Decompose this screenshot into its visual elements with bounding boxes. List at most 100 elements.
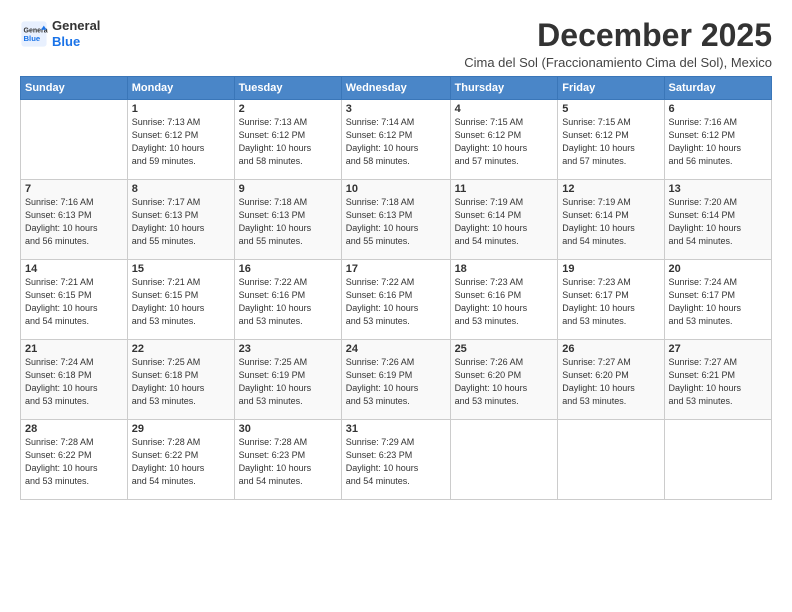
calendar-cell: 20Sunrise: 7:24 AM Sunset: 6:17 PM Dayli… [664,260,771,340]
day-number: 24 [346,343,446,355]
day-info: Sunrise: 7:21 AM Sunset: 6:15 PM Dayligh… [25,276,123,328]
logo-text-general: General [52,18,100,34]
day-number: 30 [239,423,337,435]
day-info: Sunrise: 7:18 AM Sunset: 6:13 PM Dayligh… [239,196,337,248]
day-info: Sunrise: 7:20 AM Sunset: 6:14 PM Dayligh… [669,196,767,248]
day-number: 16 [239,263,337,275]
day-number: 2 [239,103,337,115]
day-header-friday: Friday [558,77,664,100]
calendar-cell: 10Sunrise: 7:18 AM Sunset: 6:13 PM Dayli… [341,180,450,260]
calendar-cell: 12Sunrise: 7:19 AM Sunset: 6:14 PM Dayli… [558,180,664,260]
day-info: Sunrise: 7:28 AM Sunset: 6:22 PM Dayligh… [132,436,230,488]
day-number: 1 [132,103,230,115]
logo-text-blue: Blue [52,34,100,50]
location-subtitle: Cima del Sol (Fraccionamiento Cima del S… [464,55,772,70]
day-number: 6 [669,103,767,115]
day-number: 11 [455,183,554,195]
day-header-sunday: Sunday [21,77,128,100]
day-info: Sunrise: 7:24 AM Sunset: 6:17 PM Dayligh… [669,276,767,328]
day-info: Sunrise: 7:28 AM Sunset: 6:22 PM Dayligh… [25,436,123,488]
calendar-cell: 24Sunrise: 7:26 AM Sunset: 6:19 PM Dayli… [341,340,450,420]
day-info: Sunrise: 7:22 AM Sunset: 6:16 PM Dayligh… [346,276,446,328]
day-number: 8 [132,183,230,195]
day-info: Sunrise: 7:28 AM Sunset: 6:23 PM Dayligh… [239,436,337,488]
day-number: 13 [669,183,767,195]
calendar-cell: 29Sunrise: 7:28 AM Sunset: 6:22 PM Dayli… [127,420,234,500]
calendar-cell: 31Sunrise: 7:29 AM Sunset: 6:23 PM Dayli… [341,420,450,500]
calendar-cell: 21Sunrise: 7:24 AM Sunset: 6:18 PM Dayli… [21,340,128,420]
day-number: 28 [25,423,123,435]
day-info: Sunrise: 7:25 AM Sunset: 6:18 PM Dayligh… [132,356,230,408]
calendar-cell [664,420,771,500]
day-info: Sunrise: 7:18 AM Sunset: 6:13 PM Dayligh… [346,196,446,248]
day-info: Sunrise: 7:22 AM Sunset: 6:16 PM Dayligh… [239,276,337,328]
calendar-cell: 1Sunrise: 7:13 AM Sunset: 6:12 PM Daylig… [127,100,234,180]
day-number: 26 [562,343,659,355]
day-number: 12 [562,183,659,195]
calendar-cell: 11Sunrise: 7:19 AM Sunset: 6:14 PM Dayli… [450,180,558,260]
calendar-cell: 26Sunrise: 7:27 AM Sunset: 6:20 PM Dayli… [558,340,664,420]
day-number: 23 [239,343,337,355]
calendar-cell: 13Sunrise: 7:20 AM Sunset: 6:14 PM Dayli… [664,180,771,260]
calendar-cell: 28Sunrise: 7:28 AM Sunset: 6:22 PM Dayli… [21,420,128,500]
day-info: Sunrise: 7:13 AM Sunset: 6:12 PM Dayligh… [132,116,230,168]
calendar-header-row: SundayMondayTuesdayWednesdayThursdayFrid… [21,77,772,100]
day-number: 21 [25,343,123,355]
calendar-week-3: 14Sunrise: 7:21 AM Sunset: 6:15 PM Dayli… [21,260,772,340]
calendar-cell: 14Sunrise: 7:21 AM Sunset: 6:15 PM Dayli… [21,260,128,340]
calendar-cell [558,420,664,500]
day-info: Sunrise: 7:23 AM Sunset: 6:17 PM Dayligh… [562,276,659,328]
calendar-week-5: 28Sunrise: 7:28 AM Sunset: 6:22 PM Dayli… [21,420,772,500]
calendar-week-2: 7Sunrise: 7:16 AM Sunset: 6:13 PM Daylig… [21,180,772,260]
day-number: 3 [346,103,446,115]
day-number: 9 [239,183,337,195]
day-info: Sunrise: 7:23 AM Sunset: 6:16 PM Dayligh… [455,276,554,328]
svg-text:Blue: Blue [24,34,41,43]
calendar-page: General Blue General Blue December 2025 … [0,0,792,612]
day-number: 10 [346,183,446,195]
calendar-cell: 27Sunrise: 7:27 AM Sunset: 6:21 PM Dayli… [664,340,771,420]
day-number: 15 [132,263,230,275]
calendar-cell: 2Sunrise: 7:13 AM Sunset: 6:12 PM Daylig… [234,100,341,180]
day-number: 5 [562,103,659,115]
calendar-cell: 4Sunrise: 7:15 AM Sunset: 6:12 PM Daylig… [450,100,558,180]
day-info: Sunrise: 7:25 AM Sunset: 6:19 PM Dayligh… [239,356,337,408]
day-info: Sunrise: 7:27 AM Sunset: 6:21 PM Dayligh… [669,356,767,408]
day-number: 29 [132,423,230,435]
calendar-cell: 19Sunrise: 7:23 AM Sunset: 6:17 PM Dayli… [558,260,664,340]
calendar-cell: 23Sunrise: 7:25 AM Sunset: 6:19 PM Dayli… [234,340,341,420]
day-info: Sunrise: 7:17 AM Sunset: 6:13 PM Dayligh… [132,196,230,248]
day-info: Sunrise: 7:26 AM Sunset: 6:19 PM Dayligh… [346,356,446,408]
calendar-cell [450,420,558,500]
calendar-cell [21,100,128,180]
day-header-tuesday: Tuesday [234,77,341,100]
day-number: 19 [562,263,659,275]
calendar-cell: 7Sunrise: 7:16 AM Sunset: 6:13 PM Daylig… [21,180,128,260]
calendar-cell: 22Sunrise: 7:25 AM Sunset: 6:18 PM Dayli… [127,340,234,420]
logo: General Blue General Blue [20,18,100,49]
title-block: December 2025 Cima del Sol (Fraccionamie… [464,18,772,70]
day-info: Sunrise: 7:19 AM Sunset: 6:14 PM Dayligh… [562,196,659,248]
day-header-thursday: Thursday [450,77,558,100]
day-info: Sunrise: 7:27 AM Sunset: 6:20 PM Dayligh… [562,356,659,408]
day-info: Sunrise: 7:16 AM Sunset: 6:13 PM Dayligh… [25,196,123,248]
calendar-cell: 8Sunrise: 7:17 AM Sunset: 6:13 PM Daylig… [127,180,234,260]
calendar-cell: 3Sunrise: 7:14 AM Sunset: 6:12 PM Daylig… [341,100,450,180]
day-header-saturday: Saturday [664,77,771,100]
day-number: 4 [455,103,554,115]
calendar-table: SundayMondayTuesdayWednesdayThursdayFrid… [20,76,772,500]
day-number: 25 [455,343,554,355]
day-number: 27 [669,343,767,355]
day-info: Sunrise: 7:15 AM Sunset: 6:12 PM Dayligh… [455,116,554,168]
logo-icon: General Blue [20,20,48,48]
calendar-cell: 30Sunrise: 7:28 AM Sunset: 6:23 PM Dayli… [234,420,341,500]
calendar-cell: 16Sunrise: 7:22 AM Sunset: 6:16 PM Dayli… [234,260,341,340]
calendar-week-4: 21Sunrise: 7:24 AM Sunset: 6:18 PM Dayli… [21,340,772,420]
calendar-cell: 17Sunrise: 7:22 AM Sunset: 6:16 PM Dayli… [341,260,450,340]
calendar-cell: 15Sunrise: 7:21 AM Sunset: 6:15 PM Dayli… [127,260,234,340]
calendar-cell: 6Sunrise: 7:16 AM Sunset: 6:12 PM Daylig… [664,100,771,180]
day-info: Sunrise: 7:21 AM Sunset: 6:15 PM Dayligh… [132,276,230,328]
day-info: Sunrise: 7:19 AM Sunset: 6:14 PM Dayligh… [455,196,554,248]
calendar-week-1: 1Sunrise: 7:13 AM Sunset: 6:12 PM Daylig… [21,100,772,180]
day-info: Sunrise: 7:15 AM Sunset: 6:12 PM Dayligh… [562,116,659,168]
